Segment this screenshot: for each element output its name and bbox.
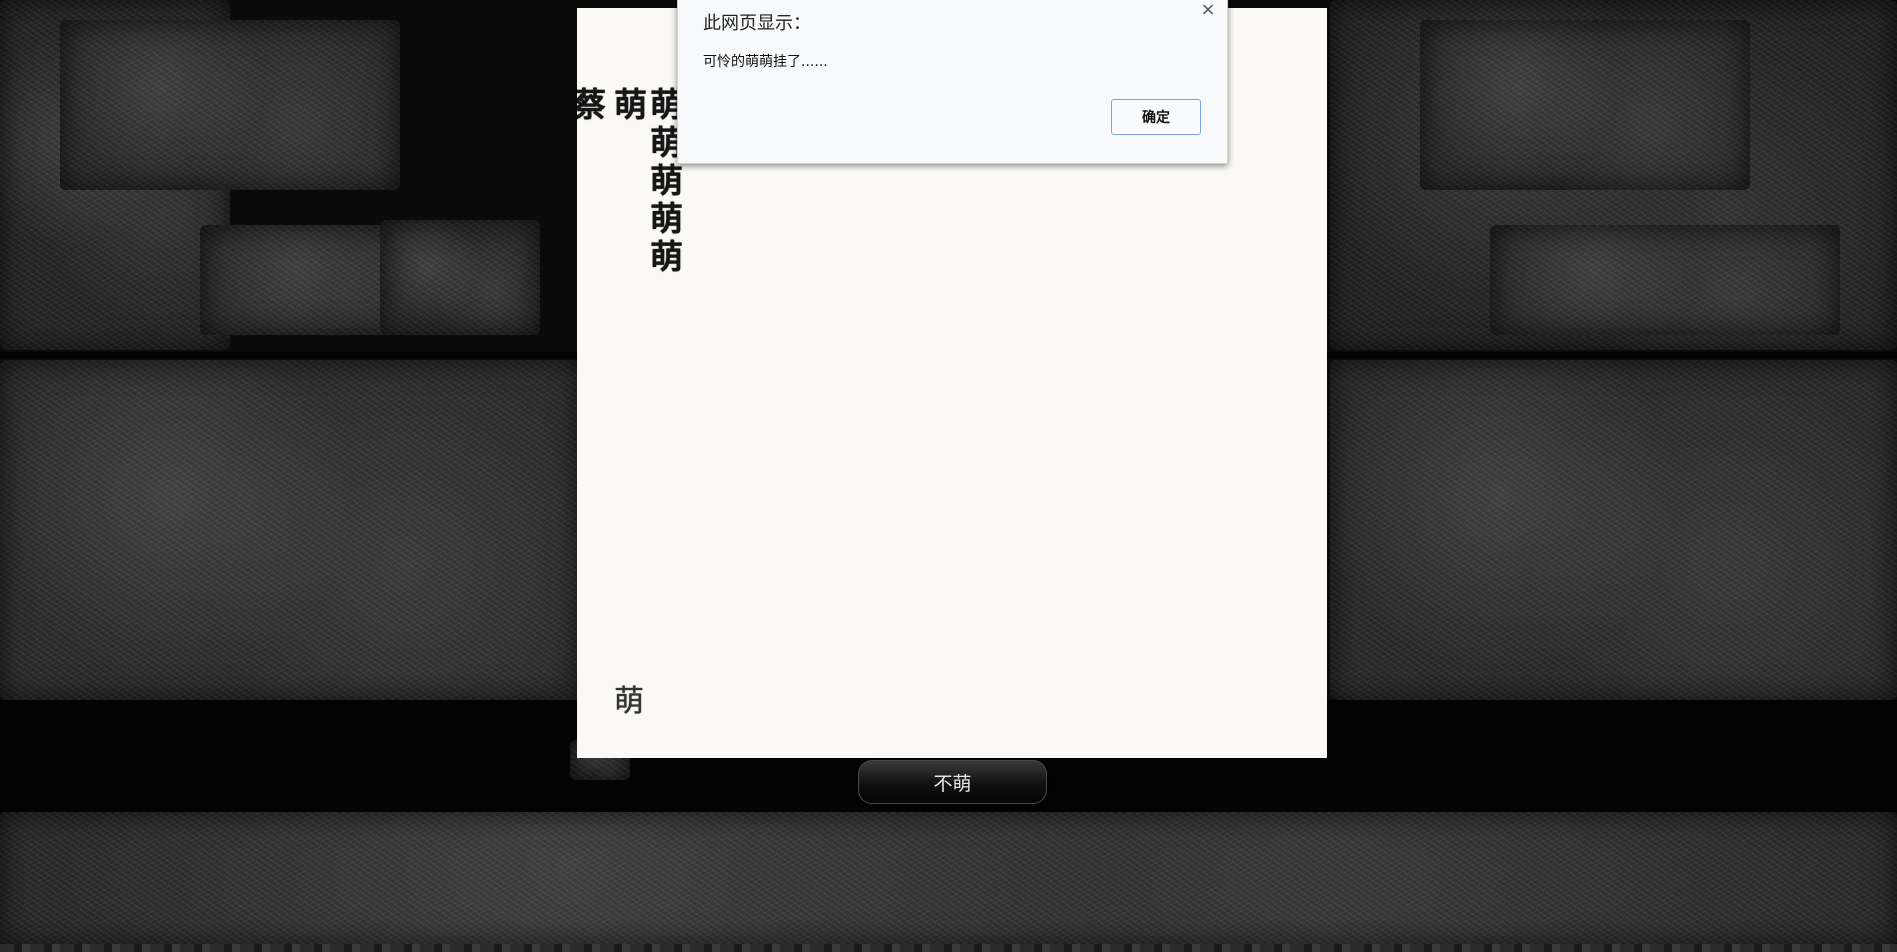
board-cell: 萌 [650, 161, 683, 200]
dialog-message: 可怜的萌萌挂了...... [703, 54, 828, 70]
board-cell: 萌 [614, 684, 644, 719]
board-cell: 萌 [650, 237, 683, 276]
not-cute-button[interactable]: 不萌 [858, 760, 1047, 804]
board-cell: 萌 [614, 85, 647, 124]
ok-button[interactable]: 确定 [1111, 99, 1201, 135]
page-bottom-strip [0, 944, 1897, 952]
board-cell: 蔡 [577, 85, 606, 124]
dialog-title: 此网页显示： [703, 13, 811, 34]
close-icon[interactable]: × [1197, 0, 1219, 21]
board-cell: 萌 [650, 199, 683, 238]
alert-dialog: 此网页显示： × 可怜的萌萌挂了...... 确定 [677, 0, 1228, 164]
